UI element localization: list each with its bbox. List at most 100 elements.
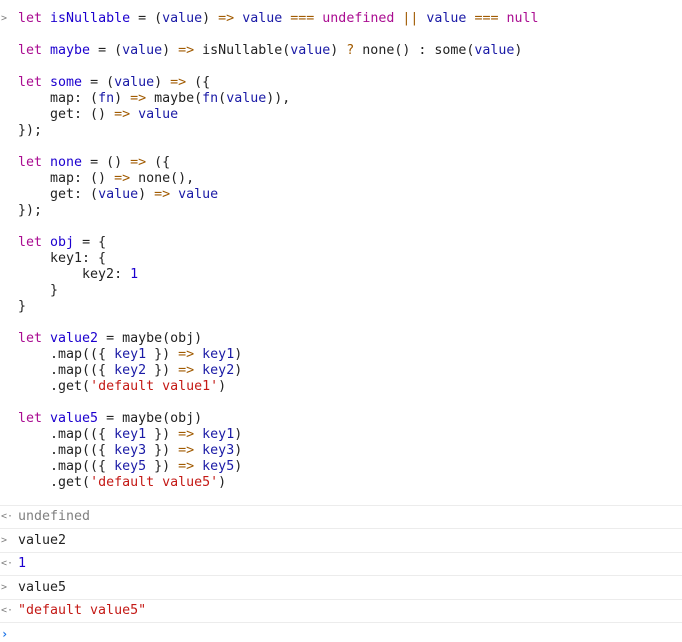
code-token: ({	[186, 75, 211, 90]
code-token: }	[18, 299, 27, 314]
code-line: }	[18, 283, 539, 299]
console-input-entry[interactable]: > value5	[0, 576, 682, 600]
code-line: key2: 1	[18, 267, 539, 283]
code-token: })	[146, 443, 179, 458]
code-token: ||	[402, 11, 419, 26]
console-output-entry: <· undefined	[0, 506, 682, 529]
code-token: maybe	[50, 43, 91, 58]
code-token: isNullable(	[194, 43, 291, 58]
code-token: = ()	[82, 155, 131, 170]
code-token: let	[18, 155, 51, 170]
code-line: get: () => value	[18, 107, 539, 123]
code-token: });	[18, 203, 43, 218]
code-token: = maybe(obj)	[98, 411, 203, 426]
code-token: .map(({	[18, 427, 115, 442]
code-token: ===	[474, 11, 499, 26]
code-token: value	[98, 187, 139, 202]
code-token: });	[18, 123, 43, 138]
code-token: key1	[114, 427, 147, 442]
code-line: map: () => none(),	[18, 171, 539, 187]
code-token: .map(({	[18, 459, 115, 474]
code-token: key2:	[18, 267, 131, 282]
code-line: .map(({ key2 }) => key2)	[18, 363, 539, 379]
code-token: maybe(	[146, 91, 203, 106]
code-token: key2	[202, 363, 235, 378]
code-token: =>	[178, 427, 195, 442]
code-token: none() : some(	[354, 43, 475, 58]
code-token: key5	[114, 459, 147, 474]
code-line: let value2 = maybe(obj)	[18, 331, 539, 347]
code-token: )),	[266, 91, 291, 106]
code-token: value	[138, 107, 179, 122]
code-token: }	[18, 283, 59, 298]
code-token: )	[330, 43, 347, 58]
code-token: some	[50, 75, 83, 90]
code-token: )	[114, 91, 131, 106]
code-token: .get(	[18, 379, 91, 394]
code-token: )	[218, 379, 227, 394]
code-token: let	[18, 11, 51, 26]
code-line: });	[18, 203, 539, 219]
code-token: let	[18, 43, 51, 58]
code-token: value	[226, 91, 267, 106]
chevron-right-icon: >	[1, 13, 8, 24]
code-token: })	[146, 363, 179, 378]
code-token: =>	[178, 459, 195, 474]
code-token: )	[234, 347, 243, 362]
return-arrow-icon: <·	[1, 558, 14, 569]
code-line: let value5 = maybe(obj)	[18, 411, 539, 427]
code-token: value	[290, 43, 331, 58]
code-token: )	[234, 443, 243, 458]
code-line: }	[18, 299, 539, 315]
chevron-right-icon: ›	[1, 627, 9, 641]
code-token: key3	[114, 443, 147, 458]
code-token: =>	[130, 155, 147, 170]
console-prompt-input[interactable]: ›	[0, 623, 682, 641]
code-token: .map(({	[18, 363, 115, 378]
code-token: let	[18, 75, 51, 90]
code-token: =>	[218, 11, 235, 26]
code-token: )	[154, 75, 171, 90]
code-token: let	[18, 331, 51, 346]
code-token: value	[114, 75, 155, 90]
code-line: map: (fn) => maybe(fn(value)),	[18, 91, 539, 107]
return-arrow-icon: <·	[1, 511, 14, 522]
code-token: value	[122, 43, 163, 58]
code-line: .get('default value1')	[18, 379, 539, 395]
code-token: )	[234, 427, 243, 442]
code-token: =>	[114, 171, 131, 186]
console-panel: > let isNullable = (value) => value === …	[0, 0, 682, 641]
code-line: .map(({ key1 }) => key1)	[18, 347, 539, 363]
code-token: ({	[146, 155, 171, 170]
code-token: =>	[178, 443, 195, 458]
code-token: fn	[202, 91, 219, 106]
code-token: =>	[178, 347, 195, 362]
chevron-right-icon: >	[1, 582, 8, 593]
code-line: key1: {	[18, 251, 539, 267]
console-input-entry[interactable]: > let isNullable = (value) => value === …	[0, 11, 682, 506]
return-arrow-icon: <·	[1, 605, 14, 616]
console-input-entry[interactable]: > value2	[0, 529, 682, 553]
code-token: =>	[130, 91, 147, 106]
code-token: key1	[114, 347, 147, 362]
console-output-entry: <· 1	[0, 553, 682, 576]
code-token: let	[18, 411, 51, 426]
code-token: key1	[202, 347, 235, 362]
code-token: })	[146, 427, 179, 442]
code-token: undefined	[322, 11, 395, 26]
code-token: = (	[90, 43, 123, 58]
code-token: key2	[114, 363, 147, 378]
code-token: = (	[82, 75, 115, 90]
code-line: let isNullable = (value) => value === un…	[18, 11, 539, 27]
